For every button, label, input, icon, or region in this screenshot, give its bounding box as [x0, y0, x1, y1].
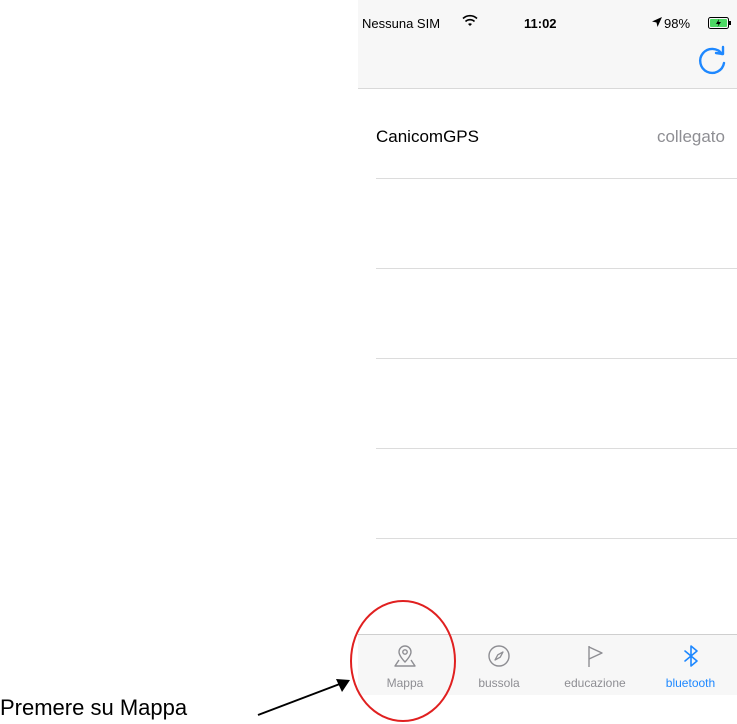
status-bar: Nessuna SIM 11:02 98%: [358, 0, 737, 32]
tab-label: bluetooth: [665, 676, 716, 690]
list-item: [376, 179, 737, 269]
device-list: CanicomGPS collegato: [358, 89, 737, 539]
tab-bussola[interactable]: bussola: [452, 635, 546, 695]
annotation-label: Premere su Mappa: [0, 695, 188, 720]
list-item: [376, 449, 737, 539]
navigation-bar: [358, 32, 737, 89]
list-item[interactable]: CanicomGPS collegato: [376, 89, 737, 179]
bluetooth-icon: [683, 645, 698, 667]
status-time: 11:02: [524, 16, 557, 31]
device-name: CanicomGPS: [376, 127, 479, 146]
battery-icon: [708, 17, 731, 29]
phone-screen: Nessuna SIM 11:02 98% CanicomGPS collega…: [358, 0, 737, 695]
carrier-label: Nessuna SIM: [362, 16, 441, 31]
list-item: [376, 269, 737, 359]
tab-educazione[interactable]: educazione: [546, 635, 644, 695]
tab-bluetooth[interactable]: bluetooth: [644, 635, 737, 695]
tab-label: bussola: [478, 676, 520, 690]
location-arrow-icon: [652, 17, 662, 27]
wifi-icon: [462, 14, 478, 26]
annotation-arrow-icon: [257, 679, 350, 716]
compass-icon: [488, 645, 510, 667]
tab-label: educazione: [564, 676, 626, 690]
refresh-icon[interactable]: [695, 44, 729, 78]
annotation-circle: [350, 600, 456, 722]
connection-status: collegato: [656, 127, 725, 146]
list-item: [376, 359, 737, 449]
battery-percent: 98%: [664, 16, 691, 31]
flag-icon: [588, 646, 603, 667]
